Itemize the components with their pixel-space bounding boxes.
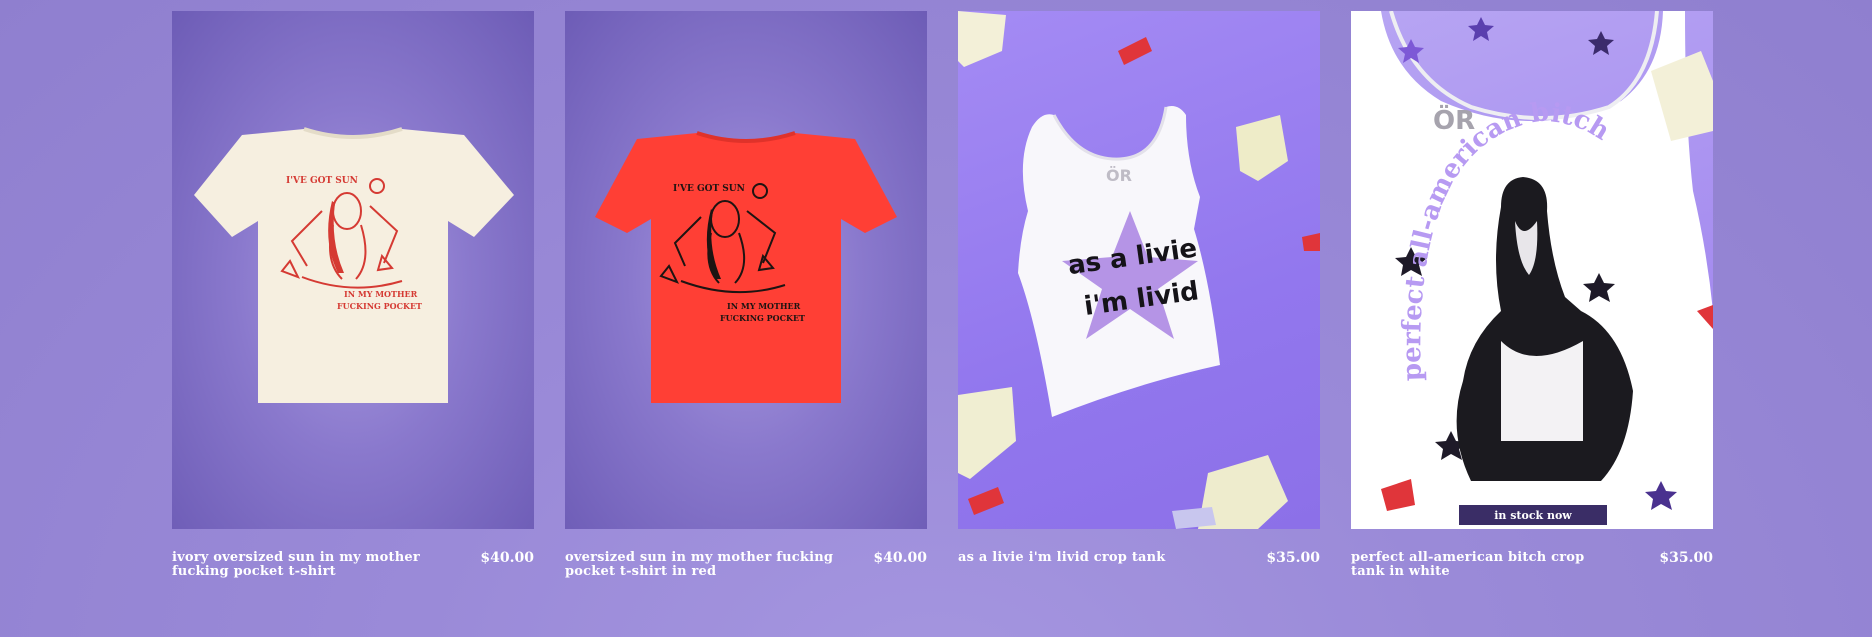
product-image[interactable]: I'VE GOT SUN IN MY MOTHER FUCKING POCKET [565, 11, 927, 529]
product-info: perfect all-american bitch crop tank in … [1351, 551, 1713, 579]
product-card[interactable]: as a livie i'm livid ÖR as a livie i'm l… [958, 11, 1320, 579]
product-price: $35.00 [1266, 550, 1320, 566]
product-info: oversized sun in my mother fucking pocke… [565, 551, 927, 579]
product-name[interactable]: oversized sun in my mother fucking pocke… [565, 551, 835, 579]
svg-text:I'VE GOT SUN: I'VE GOT SUN [286, 176, 358, 186]
product-image[interactable]: as a livie i'm livid ÖR [958, 11, 1320, 529]
svg-text:I'VE GOT SUN: I'VE GOT SUN [673, 184, 745, 194]
product-image[interactable]: I'VE GOT SUN IN MY MOTHER FUCKING POCKET [172, 11, 534, 529]
svg-text:IN MY MOTHER: IN MY MOTHER [344, 289, 418, 299]
tshirt-red-icon: I'VE GOT SUN IN MY MOTHER FUCKING POCKET [595, 131, 897, 403]
product-name[interactable]: as a livie i'm livid crop tank [958, 551, 1166, 565]
crop-tank-white-icon: ÖR perfect all-american bitch [1351, 11, 1713, 529]
product-name[interactable]: ivory oversized sun in my mother fucking… [172, 551, 442, 579]
product-card[interactable]: I'VE GOT SUN IN MY MOTHER FUCKING POCKET… [172, 11, 534, 579]
stock-badge: in stock now [1459, 505, 1607, 525]
svg-text:IN MY MOTHER: IN MY MOTHER [727, 301, 801, 311]
product-price: $40.00 [480, 550, 534, 566]
product-name[interactable]: perfect all-american bitch crop tank in … [1351, 551, 1621, 579]
svg-text:FUCKING POCKET: FUCKING POCKET [720, 313, 805, 323]
product-card[interactable]: I'VE GOT SUN IN MY MOTHER FUCKING POCKET… [565, 11, 927, 579]
svg-text:FUCKING POCKET: FUCKING POCKET [337, 301, 422, 311]
product-info: as a livie i'm livid crop tank $35.00 [958, 550, 1320, 566]
crop-tank-icon: as a livie i'm livid ÖR [958, 11, 1320, 529]
product-card[interactable]: ÖR perfect all-american bitch in stock n… [1351, 11, 1713, 579]
product-info: ivory oversized sun in my mother fucking… [172, 551, 534, 579]
product-price: $40.00 [873, 550, 927, 566]
tshirt-ivory-icon: I'VE GOT SUN IN MY MOTHER FUCKING POCKET [194, 127, 514, 403]
svg-text:ÖR: ÖR [1106, 166, 1132, 185]
product-price: $35.00 [1659, 550, 1713, 566]
product-grid: I'VE GOT SUN IN MY MOTHER FUCKING POCKET… [172, 11, 1713, 579]
product-image[interactable]: ÖR perfect all-american bitch in stock n… [1351, 11, 1713, 529]
